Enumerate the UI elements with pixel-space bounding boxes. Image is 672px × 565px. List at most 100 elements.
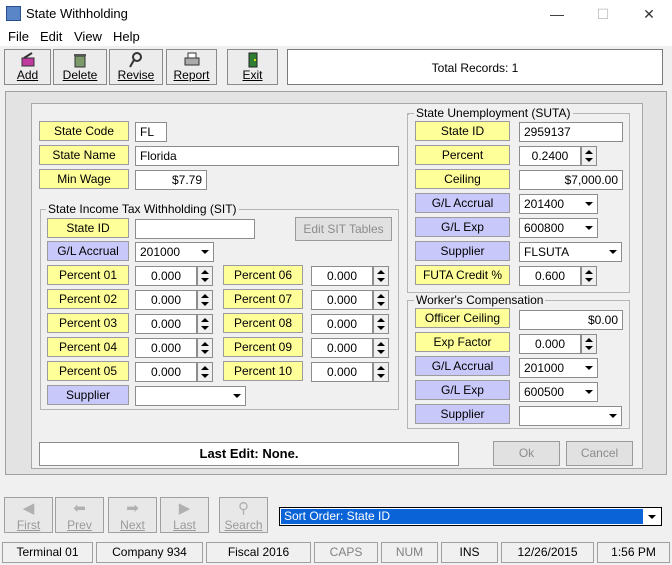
suta-supplier-label: Supplier xyxy=(415,241,510,261)
app-icon xyxy=(6,6,21,21)
futa-credit-field[interactable]: 0.600 xyxy=(519,266,581,286)
percent-02-field[interactable]: 0.000 xyxy=(135,290,197,310)
spinner-icon[interactable] xyxy=(373,290,389,310)
edit-sit-tables-button[interactable]: Edit SIT Tables xyxy=(295,217,392,241)
suta-gl-accrual-select[interactable]: 201400 xyxy=(519,194,598,214)
next-button[interactable]: ➡ Next xyxy=(108,497,157,533)
menu-file[interactable]: File xyxy=(8,29,29,44)
cancel-button[interactable]: Cancel xyxy=(566,441,633,466)
wc-gl-accrual-label: G/L Accrual xyxy=(415,356,510,376)
last-edit-status: Last Edit: None. xyxy=(39,442,459,466)
add-button[interactable]: Add xyxy=(4,49,51,85)
spinner-icon[interactable] xyxy=(373,314,389,334)
percent-10-field[interactable]: 0.000 xyxy=(311,362,373,382)
percent-04-label: Percent 04 xyxy=(47,337,129,357)
status-time: 1:56 PM xyxy=(597,542,670,563)
suta-percent-label: Percent xyxy=(415,145,510,165)
suta-state-id-field[interactable]: 2959137 xyxy=(519,122,623,142)
close-button[interactable]: ✕ xyxy=(626,0,672,28)
officer-ceiling-field[interactable]: $0.00 xyxy=(519,310,623,330)
percent-09-field[interactable]: 0.000 xyxy=(311,338,373,358)
state-name-field[interactable]: Florida xyxy=(135,146,399,166)
wc-gl-accrual-select[interactable]: 201000 xyxy=(519,358,598,378)
sit-state-id-field[interactable] xyxy=(135,219,255,239)
spinner-icon[interactable] xyxy=(581,146,597,166)
chevron-down-icon xyxy=(605,407,621,425)
binoculars-icon: ⚲ xyxy=(238,500,249,517)
minimize-button[interactable]: — xyxy=(534,0,580,28)
sit-gl-accrual-select[interactable]: 201000 xyxy=(135,242,214,262)
menu-bar: File Edit View Help xyxy=(0,28,672,46)
report-button[interactable]: Report xyxy=(166,49,217,85)
suta-supplier-select[interactable]: FLSUTA xyxy=(519,242,622,262)
search-button[interactable]: ⚲ Search xyxy=(219,497,268,533)
title-bar: State Withholding — ☐ ✕ xyxy=(0,0,672,28)
spinner-icon[interactable] xyxy=(197,266,213,286)
sort-order-value: Sort Order: State ID xyxy=(281,509,643,524)
exit-button[interactable]: Exit xyxy=(227,49,278,85)
spinner-icon[interactable] xyxy=(197,290,213,310)
prev-button[interactable]: ⬅ Prev xyxy=(55,497,104,533)
suta-ceiling-field[interactable]: $7,000.00 xyxy=(519,170,623,190)
revise-button[interactable]: Revise xyxy=(109,49,163,85)
status-caps: CAPS xyxy=(314,542,378,563)
percent-01-field[interactable]: 0.000 xyxy=(135,266,197,286)
exp-factor-field[interactable]: 0.000 xyxy=(519,334,581,354)
revise-icon xyxy=(129,52,142,68)
min-wage-field[interactable]: $7.79 xyxy=(135,170,207,190)
trash-icon xyxy=(74,54,86,68)
percent-09-label: Percent 09 xyxy=(223,337,303,357)
percent-05-label: Percent 05 xyxy=(47,361,129,381)
menu-edit[interactable]: Edit xyxy=(40,29,62,44)
menu-help[interactable]: Help xyxy=(113,29,140,44)
spinner-icon[interactable] xyxy=(197,362,213,382)
percent-04-field[interactable]: 0.000 xyxy=(135,338,197,358)
spinner-icon[interactable] xyxy=(581,334,597,354)
suta-gl-accrual-label: G/L Accrual xyxy=(415,193,510,213)
percent-06-field[interactable]: 0.000 xyxy=(311,266,373,286)
spinner-icon[interactable] xyxy=(373,266,389,286)
chevron-down-icon xyxy=(581,219,597,237)
suta-gl-exp-label: G/L Exp xyxy=(415,217,510,237)
percent-07-label: Percent 07 xyxy=(223,289,303,309)
status-num: NUM xyxy=(381,542,438,563)
state-code-label: State Code xyxy=(39,121,129,141)
wc-gl-exp-select[interactable]: 600500 xyxy=(519,382,598,402)
wc-group-title: Worker's Compensation xyxy=(414,293,546,307)
suta-percent-field[interactable]: 0.2400 xyxy=(519,146,581,166)
ok-button[interactable]: Ok xyxy=(493,441,560,466)
percent-01-label: Percent 01 xyxy=(47,265,129,285)
percent-08-label: Percent 08 xyxy=(223,313,303,333)
percent-08-field[interactable]: 0.000 xyxy=(311,314,373,334)
spinner-icon[interactable] xyxy=(197,314,213,334)
percent-03-label: Percent 03 xyxy=(47,313,129,333)
state-name-label: State Name xyxy=(39,145,129,165)
suta-gl-exp-select[interactable]: 600800 xyxy=(519,218,598,238)
first-button[interactable]: ◀ First xyxy=(4,497,53,533)
next-arrow-icon: ➡ xyxy=(126,500,139,517)
suta-ceiling-label: Ceiling xyxy=(415,169,510,189)
exp-factor-label: Exp Factor xyxy=(415,332,510,352)
sit-state-id-label: State ID xyxy=(47,218,129,238)
chevron-down-icon xyxy=(581,195,597,213)
spinner-icon[interactable] xyxy=(373,362,389,382)
spinner-icon[interactable] xyxy=(581,266,597,286)
last-button[interactable]: ▶ Last xyxy=(160,497,209,533)
status-fiscal: Fiscal 2016 xyxy=(206,542,311,563)
maximize-button[interactable]: ☐ xyxy=(580,0,626,28)
wc-supplier-select[interactable] xyxy=(519,406,622,426)
spinner-icon[interactable] xyxy=(197,338,213,358)
delete-button[interactable]: Delete xyxy=(53,49,107,85)
percent-07-field[interactable]: 0.000 xyxy=(311,290,373,310)
sit-supplier-select[interactable] xyxy=(135,386,246,406)
spinner-icon[interactable] xyxy=(373,338,389,358)
status-company: Company 934 xyxy=(96,542,203,563)
chevron-down-icon xyxy=(605,243,621,261)
state-code-field[interactable]: FL xyxy=(135,122,167,142)
percent-05-field[interactable]: 0.000 xyxy=(135,362,197,382)
sort-order-select[interactable]: Sort Order: State ID xyxy=(279,507,662,526)
menu-view[interactable]: View xyxy=(74,29,102,44)
first-arrow-icon: ◀ xyxy=(22,500,35,517)
percent-03-field[interactable]: 0.000 xyxy=(135,314,197,334)
status-ins: INS xyxy=(441,542,498,563)
